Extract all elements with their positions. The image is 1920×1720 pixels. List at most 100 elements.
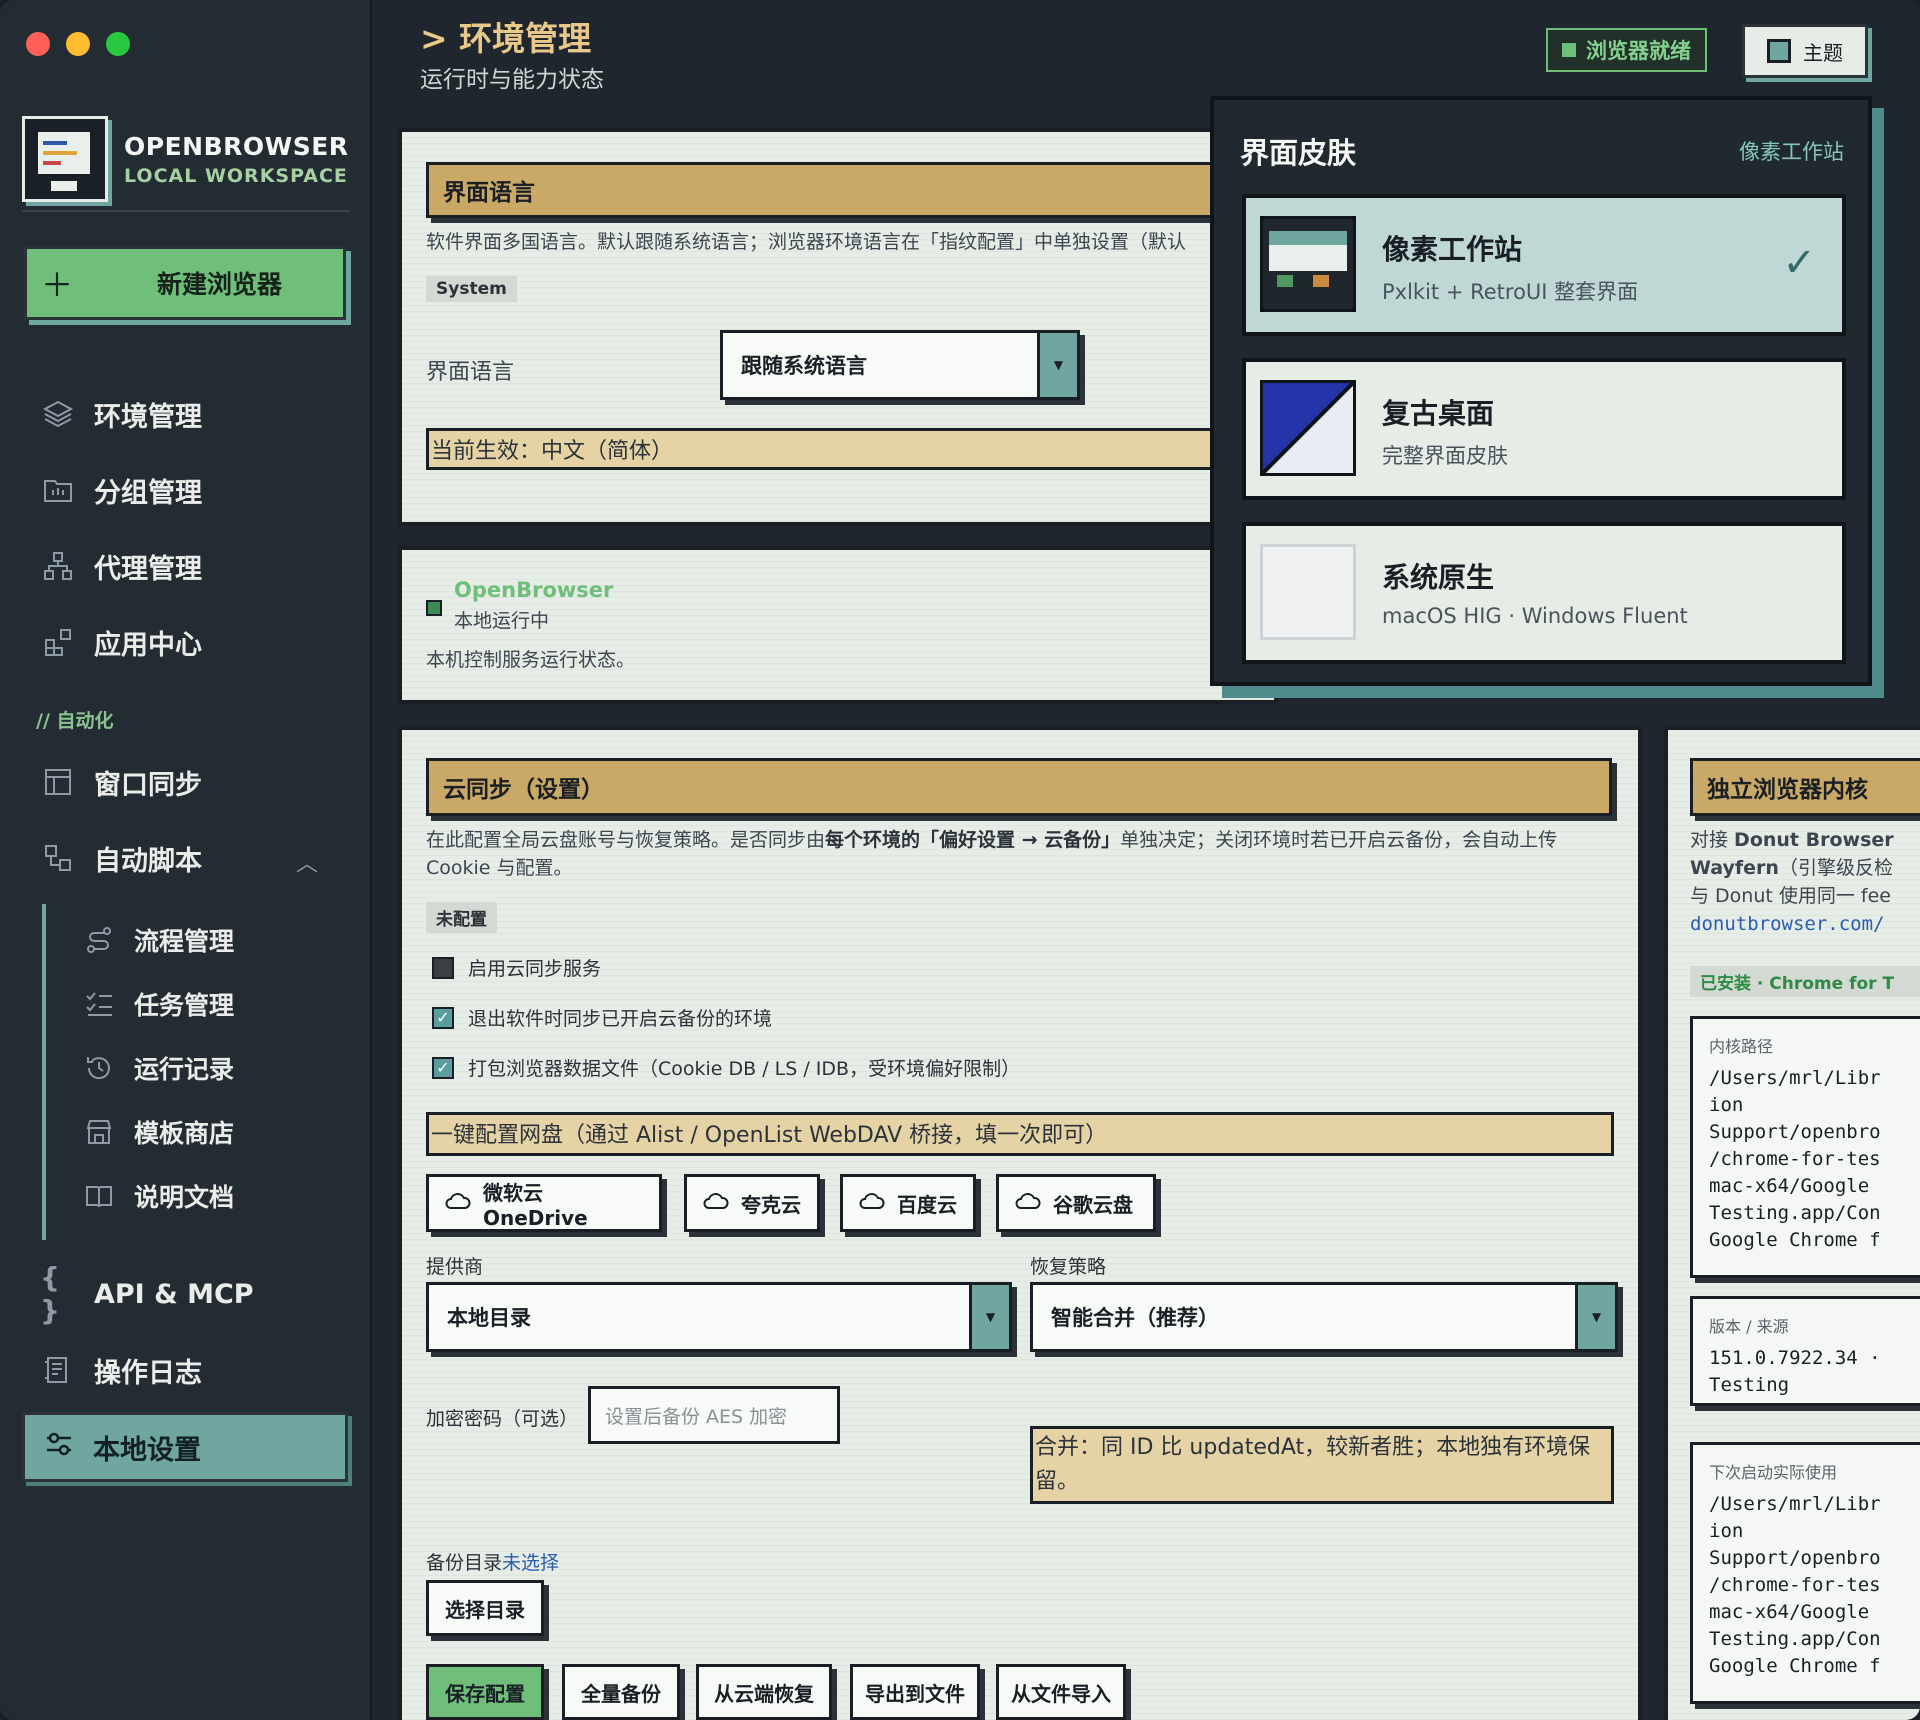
skin-option-retro-desktop[interactable]: 复古桌面 完整界面皮肤: [1242, 358, 1846, 500]
cloud-icon: [445, 1191, 471, 1216]
encryption-password-input[interactable]: 设置后备份 AES 加密: [588, 1386, 840, 1444]
enable-cloud-sync-checkbox[interactable]: 启用云同步服务: [432, 954, 601, 981]
sidebar-item-proxies[interactable]: 代理管理: [40, 542, 202, 590]
braces-icon: { }: [40, 1261, 60, 1327]
cloud-desc-part: 单独决定；关闭环境时若已开启云备份，会自动上传: [1120, 829, 1558, 851]
provider-select[interactable]: 本地目录 ▼: [426, 1282, 1012, 1352]
system-native-thumbnail-icon: [1260, 544, 1356, 640]
sidebar-item-window-sync[interactable]: 窗口同步: [40, 758, 202, 806]
brand-subtitle: LOCAL WORKSPACE: [124, 164, 348, 187]
sidebar-item-groups[interactable]: 分组管理: [40, 466, 202, 514]
flow-icon: [82, 923, 116, 957]
language-panel-title: 界面语言: [426, 162, 1286, 218]
checkbox-checked-icon: ✓: [432, 1006, 454, 1029]
sync-on-exit-checkbox[interactable]: ✓ 退出软件时同步已开启云备份的环境: [432, 1004, 772, 1031]
sidebar-item-scripts[interactable]: 自动脚本: [40, 834, 202, 882]
brand-title: OPENBROWSER: [124, 131, 349, 161]
sidebar-item-label: 代理管理: [94, 553, 202, 585]
cloud-icon: [1015, 1191, 1041, 1216]
zoom-window-button[interactable]: [106, 32, 130, 56]
skin-option-pixel-workstation[interactable]: 像素工作站 Pxlkit + RetroUI 整套界面 ✓: [1242, 194, 1846, 336]
kernel-version-label: 版本 / 来源: [1709, 1317, 1789, 1336]
save-config-button[interactable]: 保存配置: [426, 1664, 544, 1720]
kernel-next-value: /Users/mrl/Libr ion Support/openbro /chr…: [1709, 1493, 1881, 1677]
choose-directory-button[interactable]: 选择目录: [426, 1580, 544, 1636]
google-drive-button[interactable]: 谷歌云盘: [996, 1174, 1156, 1232]
language-select[interactable]: 跟随系统语言 ▼: [720, 330, 1080, 400]
sidebar-item-label: 本地设置: [93, 1434, 201, 1466]
kernel-installed-tag: 已安装 · Chrome for T: [1690, 966, 1920, 997]
restore-from-cloud-button[interactable]: 从云端恢复: [696, 1664, 832, 1720]
checkbox-unchecked-icon: [432, 956, 454, 979]
onedrive-button[interactable]: 微软云 OneDrive: [426, 1174, 662, 1232]
sidebar-item-apps[interactable]: 应用中心: [40, 618, 202, 666]
skin-option-system-native[interactable]: 系统原生 macOS HIG · Windows Fluent: [1242, 522, 1846, 664]
export-to-file-button[interactable]: 导出到文件: [850, 1664, 980, 1720]
minimize-window-button[interactable]: [66, 32, 90, 56]
sidebar-item-logs[interactable]: 操作日志: [40, 1346, 202, 1394]
close-window-button[interactable]: [26, 32, 50, 56]
merge-strategy-note: 合并：同 ID 比 updatedAt，较新者胜；本地独有环境保留。: [1030, 1426, 1614, 1504]
settings-sliders-icon: [43, 1428, 75, 1467]
donut-browser-link[interactable]: donutbrowser.com/: [1690, 910, 1884, 938]
sidebar-item-local-settings[interactable]: 本地设置: [22, 1412, 348, 1482]
pack-browser-data-checkbox[interactable]: ✓ 打包浏览器数据文件（Cookie DB / LS / IDB，受环境偏好限制…: [432, 1054, 1020, 1081]
skin-option-name: 系统原生: [1382, 561, 1495, 594]
skin-option-name: 像素工作站: [1382, 233, 1523, 266]
sidebar-item-api-mcp[interactable]: { } API & MCP: [40, 1261, 254, 1327]
strategy-field-label: 恢复策略: [1030, 1256, 1107, 1278]
cloud-desc-emphasis: 每个环境的「偏好设置 → 云备份」: [825, 829, 1121, 851]
sidebar-item-label: 分组管理: [94, 477, 202, 509]
quick-setup-note: 一键配置网盘（通过 Alist / OpenList WebDAV 桥接，填一次…: [426, 1112, 1614, 1156]
baidu-button[interactable]: 百度云: [840, 1174, 976, 1232]
apps-icon: [40, 624, 76, 660]
sidebar-item-docs[interactable]: 说明文档: [82, 1174, 234, 1218]
theme-button[interactable]: 主题: [1742, 24, 1868, 78]
provider-label: 微软云 OneDrive: [483, 1180, 588, 1230]
page-title: > 环境管理: [420, 19, 592, 58]
language-field-label: 界面语言: [426, 360, 515, 385]
cloud-sync-panel: 云同步（设置） 在此配置全局云盘账号与恢复策略。是否同步由每个环境的「偏好设置 …: [398, 726, 1642, 1720]
kernel-version-value: 151.0.7922.34 · Testing: [1709, 1347, 1881, 1396]
backup-dir-label: 备份目录: [426, 1552, 503, 1574]
cloud-sync-title: 云同步（设置）: [426, 758, 1612, 816]
restore-strategy-select[interactable]: 智能合并（推荐） ▼: [1030, 1282, 1618, 1352]
skin-option-subtitle: macOS HIG · Windows Fluent: [1382, 604, 1688, 628]
password-field-label: 加密密码（可选）: [426, 1408, 579, 1430]
chevron-up-icon[interactable]: ︿: [296, 846, 318, 878]
cloud-desc-part: Cookie 与配置。: [426, 857, 573, 879]
submenu-rail: [42, 904, 46, 1240]
cloud-desc-part: 在此配置全局云盘账号与恢复策略。是否同步由: [426, 829, 826, 851]
kernel-desc-emphasis: Wayfern: [1690, 857, 1779, 879]
layers-icon: [40, 396, 76, 432]
sidebar-item-template-store[interactable]: 模板商店: [82, 1110, 234, 1154]
sidebar-item-label: 窗口同步: [94, 769, 202, 801]
sidebar-item-flows[interactable]: 流程管理: [82, 918, 234, 962]
window-icon: [40, 764, 76, 800]
quark-button[interactable]: 夸克云: [684, 1174, 820, 1232]
full-backup-button[interactable]: 全量备份: [562, 1664, 680, 1720]
kernel-desc-line-1: 对接 Donut Browser: [1690, 826, 1894, 854]
sidebar-item-label: 任务管理: [134, 991, 235, 1020]
service-description: 本机控制服务运行状态。: [426, 649, 636, 671]
sidebar-item-environments[interactable]: 环境管理: [40, 390, 202, 438]
language-panel: 界面语言 软件界面多国语言。默认跟随系统语言；浏览器环境语言在「指纹配置」中单独…: [398, 128, 1306, 526]
new-browser-button[interactable]: ＋ 新建浏览器: [24, 246, 346, 320]
sidebar-item-tasks[interactable]: 任务管理: [82, 982, 234, 1026]
cloud-icon: [859, 1191, 885, 1216]
provider-field-label: 提供商: [426, 1256, 484, 1278]
checkmark-icon: ✓: [1782, 240, 1816, 286]
service-state: 本地运行中: [454, 610, 550, 632]
store-icon: [82, 1115, 116, 1149]
new-browser-label: 新建浏览器: [157, 270, 283, 299]
backup-dir-value[interactable]: 未选择: [502, 1552, 559, 1574]
provider-select-value: 本地目录: [447, 1306, 531, 1330]
sidebar-item-run-history[interactable]: 运行记录: [82, 1046, 234, 1090]
kernel-version-box: 版本 / 来源 151.0.7922.34 · Testing: [1690, 1296, 1920, 1406]
task-list-icon: [82, 987, 116, 1021]
service-name: OpenBrowser: [454, 578, 614, 602]
pixel-workstation-thumbnail-icon: [1260, 216, 1356, 312]
theme-button-label: 主题: [1803, 40, 1843, 65]
strategy-select-value: 智能合并（推荐）: [1051, 1306, 1219, 1330]
import-from-file-button[interactable]: 从文件导入: [996, 1664, 1126, 1720]
